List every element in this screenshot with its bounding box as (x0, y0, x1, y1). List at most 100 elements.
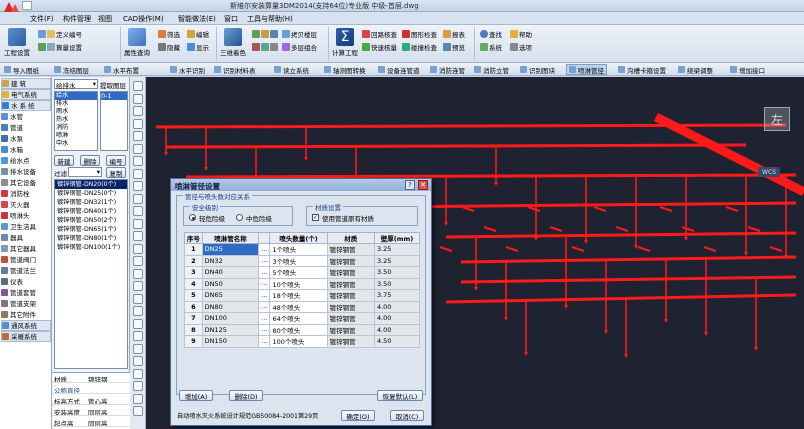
pipe-name-cell[interactable]: DN150 (201, 335, 260, 348)
number-button[interactable]: 编号 (106, 155, 126, 166)
nav-item-9[interactable]: 其它设备 (1, 177, 51, 188)
material-cell[interactable]: 镀锌钢管 (326, 254, 375, 267)
material-cell[interactable]: 镀锌钢管 (326, 300, 375, 313)
material-checkbox[interactable]: ✓ (312, 214, 319, 221)
trim-icon[interactable] (133, 368, 143, 379)
thickness-cell[interactable]: 3.50 (373, 277, 421, 290)
pipe-code-item[interactable]: 镀锌钢管-DN65(1个) (55, 225, 127, 234)
wcs-label[interactable]: WCS (758, 167, 780, 177)
delete-button[interactable]: 删除 (80, 155, 100, 166)
material-cell[interactable]: 镀锌钢管 (326, 243, 375, 256)
move-icon[interactable] (133, 293, 143, 304)
copy-floor-button[interactable]: 拷贝楼层 (282, 29, 317, 39)
new-button[interactable]: 新建 (54, 155, 74, 166)
nav-item-10[interactable]: 消防栓 (1, 188, 51, 199)
hide-button[interactable]: 隐藏 (158, 42, 180, 52)
cancel-button[interactable]: 取消(C) (390, 410, 424, 421)
pipe-name-cell[interactable]: DN25 (201, 243, 260, 256)
property-row[interactable]: 标高方式 管心高 (52, 395, 130, 405)
layer-list[interactable]: 0-1 (100, 91, 128, 151)
radio-light[interactable] (189, 214, 196, 221)
recognize-block-button[interactable]: 识别图块 (518, 64, 557, 75)
axonometric-button[interactable]: 轴测图转换 (322, 64, 368, 75)
table-row[interactable]: 6DN80 48个喷头镀锌钢管4.00 (184, 300, 421, 313)
material-cell[interactable]: 镀锌钢管 (326, 266, 375, 279)
fire-pipe-button[interactable]: 消防连管 (428, 64, 467, 75)
thickness-cell[interactable]: 3.75 (373, 289, 421, 302)
circle-icon[interactable] (133, 131, 143, 141)
pipe-code-item[interactable]: 镀锌钢管-DN25(0个) (55, 189, 127, 198)
break-icon[interactable] (133, 393, 143, 404)
pointer-icon[interactable] (133, 81, 143, 91)
view-cube[interactable]: 左 (764, 107, 790, 131)
property-value[interactable]: 同层高 (88, 418, 108, 426)
multi-floor-button[interactable]: 多层组合 (282, 42, 317, 52)
dialog-title-bar[interactable]: 喷淋管径设置 ? ✕ (171, 179, 431, 191)
define-code-button[interactable]: 定义编号 (38, 29, 82, 39)
sprinkler-diameter-button[interactable]: 喷淋管径 (566, 64, 607, 75)
measure-icon[interactable] (133, 256, 143, 266)
graphic-check-button[interactable]: 图形检查 (402, 29, 437, 39)
picker-cell[interactable] (258, 266, 271, 279)
calc-settings-button[interactable]: 算量设置 (38, 42, 82, 52)
system-button[interactable]: 系统 (480, 42, 502, 52)
beam-adjust-button[interactable]: 绕梁调整 (676, 64, 715, 75)
filter-input[interactable]: ▾ (68, 167, 102, 177)
material-cell[interactable]: 镀锌钢管 (326, 277, 375, 290)
nav-item-11[interactable]: 灭火器 (1, 199, 51, 210)
fillet-icon[interactable] (133, 406, 143, 416)
nav-item-13[interactable]: 卫生洁具 (1, 221, 51, 232)
count-cell[interactable]: 1个喷头 (269, 243, 328, 256)
menu-tools[interactable]: 工具与帮助(H) (247, 14, 293, 24)
nav-item-19[interactable]: 管道套管 (1, 287, 51, 298)
table-row[interactable]: 4DN50 10个喷头镀锌钢管3.50 (184, 277, 421, 290)
report-button[interactable]: 报表 (443, 29, 465, 39)
subsystem-item[interactable]: 消防 (55, 124, 97, 132)
block-icon[interactable] (133, 206, 143, 216)
count-cell[interactable]: 80个喷头 (269, 323, 328, 336)
count-cell[interactable]: 48个喷头 (269, 300, 328, 313)
nav-item-2[interactable]: 水 系 统 (1, 100, 51, 111)
material-cell[interactable]: 镀锌钢管 (326, 289, 375, 302)
groove-clamp-button[interactable]: 沟槽卡箍设置 (616, 64, 668, 75)
snap-tools[interactable] (252, 29, 278, 39)
thickness-cell[interactable]: 3.25 (373, 243, 421, 256)
thickness-cell[interactable]: 4.00 (373, 323, 421, 336)
count-cell[interactable]: 64个喷头 (269, 312, 328, 325)
count-cell[interactable]: 10个喷头 (269, 277, 328, 290)
offset-icon[interactable] (133, 356, 143, 366)
picker-cell[interactable] (258, 323, 271, 336)
options-button[interactable]: 选项 (510, 42, 532, 52)
menu-view[interactable]: 视图 (98, 14, 112, 24)
menu-smart[interactable]: 智能做法(E) (178, 14, 216, 24)
nav-item-6[interactable]: 水箱 (1, 144, 51, 155)
pipe-code-item[interactable]: 镀锌钢管-DN100(1个) (55, 243, 127, 252)
device-pipe-button[interactable]: 设备连管道 (376, 64, 422, 75)
extract-layer-label[interactable]: 提取图层 (100, 80, 126, 90)
line-icon[interactable] (133, 93, 143, 104)
count-cell[interactable]: 3个喷头 (269, 254, 328, 267)
nav-item-17[interactable]: 管道法兰 (1, 265, 51, 276)
subsystem-item[interactable]: 排水 (55, 100, 97, 108)
edit-button[interactable]: 编辑 (187, 29, 209, 39)
radio-mid[interactable] (236, 214, 243, 221)
mirror-icon[interactable] (133, 343, 143, 354)
freeze-layer-button[interactable]: 冻结图层 (52, 64, 91, 75)
import-drawing-button[interactable]: 导入图纸 (2, 64, 41, 75)
riser-system-button[interactable]: 读立系统 (272, 64, 311, 75)
pipe-code-item[interactable]: 镀锌钢管-DN50(2个) (55, 216, 127, 225)
pipe-code-item[interactable]: 镀锌钢管-DN20(0个) (55, 180, 127, 189)
property-value[interactable]: 同层高 (88, 407, 108, 415)
rotate-icon[interactable] (133, 318, 143, 329)
3d-shading-button[interactable]: 三维着色 (220, 28, 246, 57)
picker-cell[interactable] (258, 335, 271, 348)
nav-item-1[interactable]: 电气系统 (1, 89, 51, 100)
pipe-name-cell[interactable]: DN65 (201, 289, 260, 302)
copy-button[interactable]: 复制 (106, 167, 126, 178)
material-cell[interactable]: 镀锌钢管 (326, 312, 375, 325)
subsystem-item[interactable]: 给水 (55, 92, 97, 100)
nav-item-15[interactable]: 其它器具 (1, 243, 51, 254)
subsystem-item[interactable]: 中水 (55, 140, 97, 148)
pipe-code-item[interactable]: 镀锌钢管-DN32(1个) (55, 198, 127, 207)
pipe-name-cell[interactable]: DN50 (201, 277, 260, 290)
